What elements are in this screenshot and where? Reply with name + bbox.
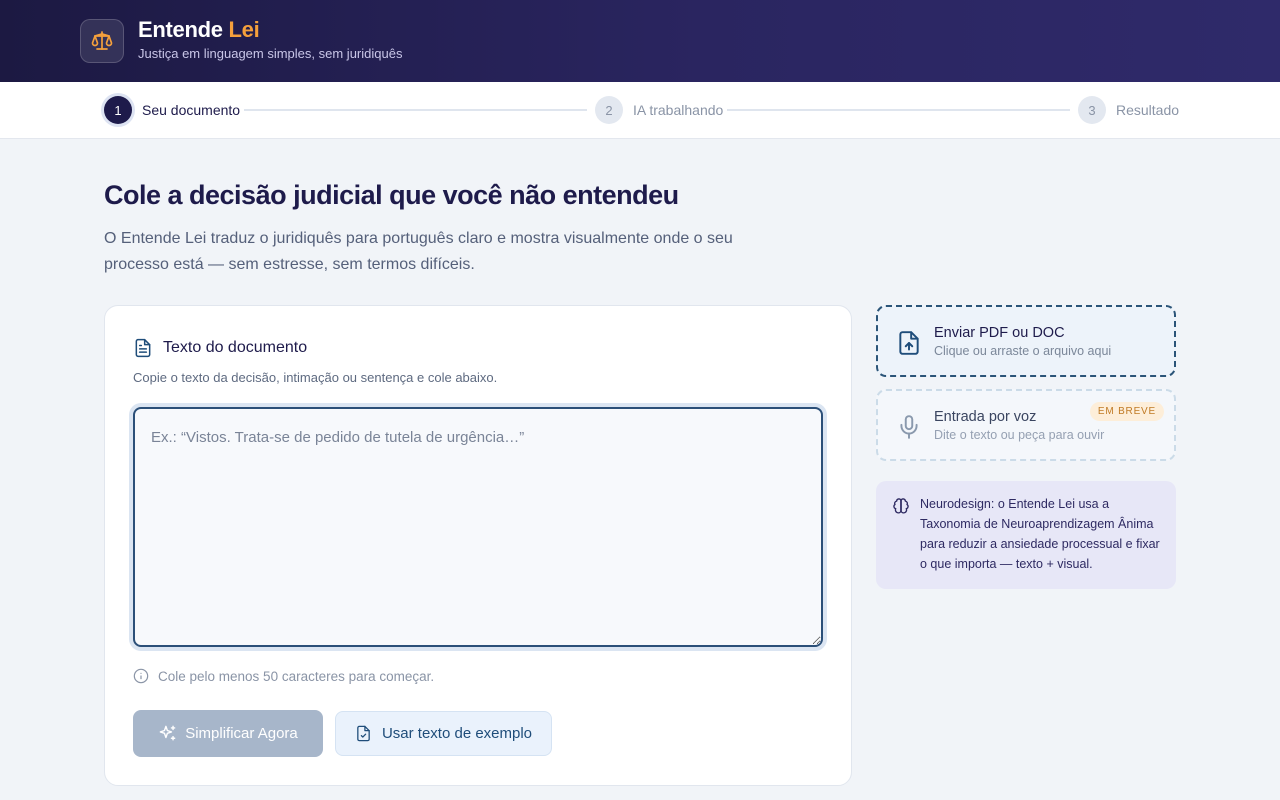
step-ai-working: 2 IA trabalhando (595, 96, 723, 124)
document-card: Texto do documento Copie o texto da deci… (104, 305, 852, 786)
coming-soon-badge: EM BREVE (1089, 402, 1164, 421)
microphone-icon (900, 415, 918, 439)
step-label: IA trabalhando (633, 102, 724, 118)
hint-text: Cole pelo menos 50 caracteres para começ… (158, 668, 435, 684)
upload-title: Enviar PDF ou DOC (934, 325, 1065, 341)
file-upload-icon (899, 331, 919, 355)
card-title: Texto do documento (163, 339, 308, 356)
neurodesign-text: Neurodesign: o Entende Lei usa a Taxonom… (920, 497, 1160, 571)
use-example-button[interactable]: Usar texto de exemplo (335, 711, 552, 756)
page-subtitle: O Entende Lei traduz o juridiquês para p… (104, 230, 733, 273)
voice-input-option: Entrada por voz Dite o texto ou peça par… (876, 389, 1176, 461)
step-label: Seu documento (142, 102, 241, 118)
voice-title: Entrada por voz (934, 409, 1037, 425)
step-number: 2 (595, 96, 623, 124)
app-header: Entende Lei Justiça em linguagem simples… (0, 0, 1280, 82)
card-header: Texto do documento (133, 338, 307, 358)
step-result: 3 Resultado (1078, 96, 1179, 124)
upload-subtitle: Clique ou arraste o arquivo aqui (934, 344, 1112, 358)
neurodesign-note: Neurodesign: o Entende Lei usa a Taxonom… (876, 481, 1176, 589)
page-title: Cole a decisão judicial que você não ent… (104, 180, 679, 210)
upload-dropzone[interactable]: Enviar PDF ou DOC Clique ou arraste o ar… (876, 305, 1176, 377)
document-textarea[interactable] (133, 407, 823, 647)
simplify-button[interactable]: Simplificar Agora (133, 710, 323, 757)
step-number: 3 (1078, 96, 1106, 124)
character-hint: Cole pelo menos 50 caracteres para começ… (133, 668, 434, 684)
brand-accent: Lei (228, 17, 260, 42)
step-connector-2 (727, 109, 1070, 111)
file-check-icon (357, 725, 370, 742)
logo (80, 19, 124, 63)
brand-tagline: Justiça em linguagem simples, sem juridi… (138, 46, 403, 61)
scales-icon (91, 31, 113, 50)
use-example-button-label: Usar texto de exemplo (381, 725, 533, 742)
step-number: 1 (104, 96, 132, 124)
step-label: Resultado (1116, 102, 1180, 118)
step-connector-1 (244, 109, 587, 111)
brain-icon (893, 498, 909, 514)
brand-main: Entende (138, 17, 223, 42)
step-document: 1 Seu documento (104, 96, 240, 124)
voice-subtitle: Dite o texto ou peça para ouvir (934, 428, 1105, 442)
card-description: Copie o texto da decisão, intimação ou s… (133, 370, 498, 385)
brand-name: Entende Lei (138, 17, 260, 43)
document-icon (135, 338, 151, 358)
simplify-button-label: Simplificar Agora (185, 725, 298, 742)
sparkles-icon (159, 725, 176, 741)
info-icon (133, 668, 149, 684)
